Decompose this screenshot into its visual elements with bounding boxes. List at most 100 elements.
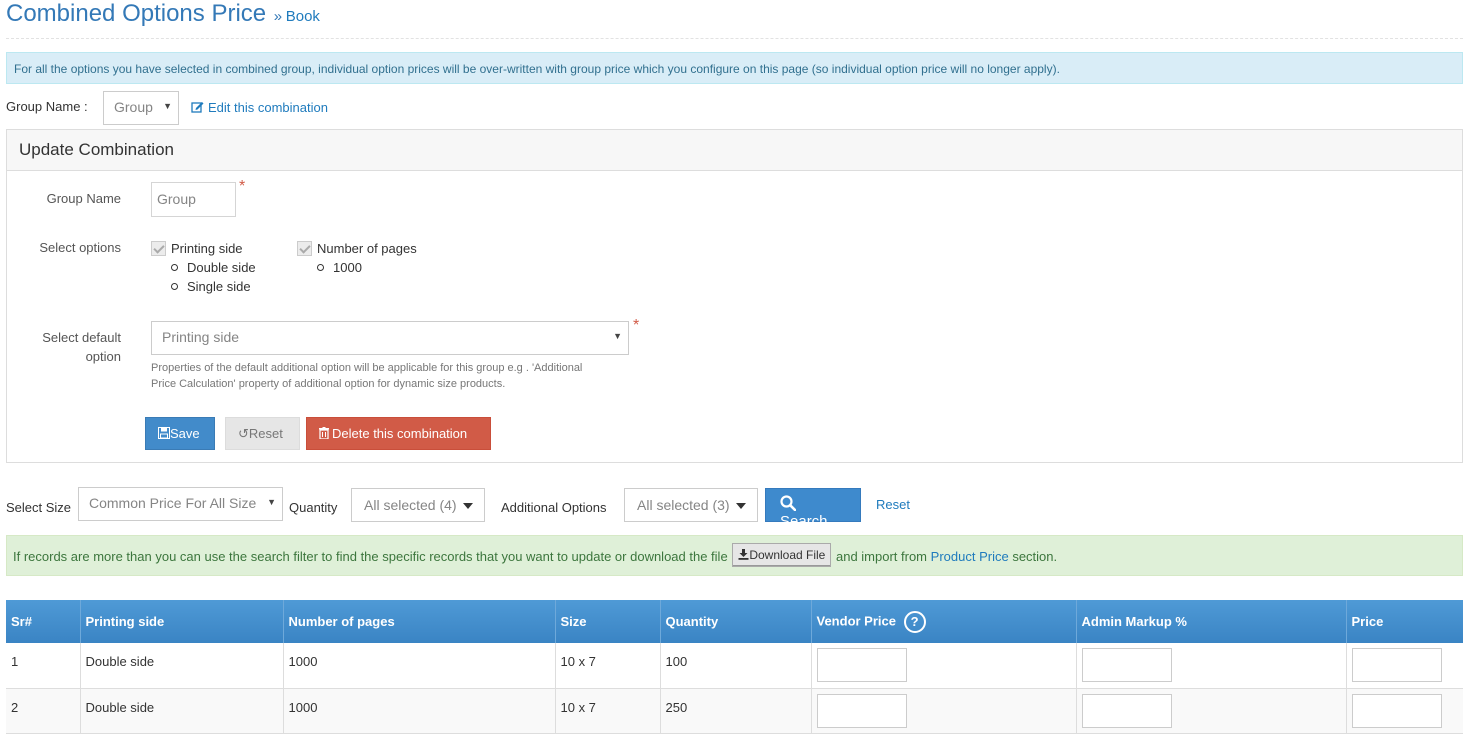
breadcrumb-product[interactable]: Book <box>286 8 320 25</box>
column-header-price: Price <box>1346 600 1463 643</box>
admin-markup-input[interactable] <box>1081 648 1172 682</box>
reset-label: Reset <box>248 426 283 441</box>
caret-down-icon: ▼ <box>613 331 622 341</box>
save-button[interactable]: Save <box>145 417 215 450</box>
number-of-pages-option-label: Number of pages <box>317 241 417 256</box>
price-input[interactable] <box>1351 648 1442 682</box>
column-header-sr: Sr# <box>6 600 81 643</box>
additional-options-label: Additional Options <box>501 500 607 515</box>
caret-down-icon <box>735 503 746 510</box>
group-name-input-value: Group <box>157 191 196 207</box>
download-file-label: Download File <box>749 548 826 562</box>
page-title: Combined Options Price » Book <box>6 0 320 32</box>
delete-combination-button[interactable]: Delete this combination <box>306 417 491 450</box>
default-option-label-line1: Select default <box>42 330 121 345</box>
breadcrumb-separator: » <box>273 8 283 25</box>
cell-sr: 2 <box>6 688 81 734</box>
group-select[interactable]: Group ▼ <box>103 91 179 125</box>
product-price-link[interactable]: Product Price <box>931 549 1009 564</box>
cell-quantity: 100 <box>660 643 812 689</box>
trash-icon <box>319 427 329 440</box>
cell-size: 10 x 7 <box>555 643 661 689</box>
table-header-row: Sr# Printing side Number of pages Size Q… <box>6 600 1463 643</box>
reset-button[interactable]: ↺Reset <box>225 417 300 450</box>
title-divider <box>6 38 1463 39</box>
size-select[interactable]: Common Price For All Size ▼ <box>78 487 283 521</box>
cell-vendor-price <box>811 643 1077 689</box>
edit-combination-label: Edit this combination <box>208 100 328 115</box>
edit-icon <box>191 102 204 113</box>
cell-quantity: 250 <box>660 688 812 734</box>
undo-icon: ↺ <box>238 426 249 441</box>
cell-admin-markup <box>1076 643 1347 689</box>
select-options-label: Select options <box>39 240 121 255</box>
option-value-item: 1000 <box>317 260 362 275</box>
reset-filters-link[interactable]: Reset <box>876 497 910 512</box>
default-option-value: Printing side <box>162 329 240 345</box>
column-header-size: Size <box>555 600 661 643</box>
hint-text-middle: and import from <box>835 548 928 564</box>
caret-down-icon: ▼ <box>267 497 276 507</box>
delete-label: Delete this combination <box>332 426 468 441</box>
size-select-value: Common Price For All Size <box>89 495 257 511</box>
info-alert: For all the options you have selected in… <box>6 52 1463 84</box>
download-icon <box>738 549 749 560</box>
panel-title: Update Combination <box>7 130 1462 171</box>
price-table: Sr# Printing side Number of pages Size Q… <box>6 600 1463 734</box>
hint-text-before: If records are more than you can use the… <box>13 548 728 564</box>
cell-admin-markup <box>1076 688 1347 734</box>
page-title-text: Combined Options Price <box>6 0 267 27</box>
quantity-label: Quantity <box>289 500 338 515</box>
cell-printing-side: Double side <box>80 688 284 734</box>
group-select-value: Group <box>114 99 153 115</box>
default-option-help: Properties of the default additional opt… <box>151 360 631 392</box>
save-label: Save <box>170 426 200 441</box>
help-icon[interactable]: ? <box>903 610 926 633</box>
search-button[interactable]: Search <box>765 488 861 530</box>
table-row: 2 Double side 1000 10 x 7 250 <box>6 688 1463 734</box>
cell-price <box>1346 688 1463 734</box>
number-of-pages-checkbox[interactable] <box>297 241 312 256</box>
group-select-row: Group Name : Group ▼ Edit this combinati… <box>6 91 606 125</box>
printing-side-option-label: Printing side <box>171 241 243 256</box>
vendor-price-label: Vendor Price <box>816 612 896 628</box>
vendor-price-input[interactable] <box>816 693 907 728</box>
cell-printing-side: Double side <box>80 643 284 689</box>
select-size-label: Select Size <box>6 500 72 515</box>
column-header-number-of-pages: Number of pages <box>283 600 556 643</box>
cell-size: 10 x 7 <box>555 688 661 734</box>
required-marker: * <box>633 317 640 334</box>
printing-side-checkbox[interactable] <box>151 241 166 256</box>
cell-price <box>1346 643 1463 689</box>
quantity-value: All selected (4) <box>364 497 457 513</box>
search-label: Search <box>780 513 828 530</box>
hint-text-after: section. <box>1012 548 1058 564</box>
cell-sr: 1 <box>6 643 81 689</box>
quantity-multiselect[interactable]: All selected (4) <box>351 488 485 522</box>
additional-options-multiselect[interactable]: All selected (3) <box>624 488 758 522</box>
column-header-admin-markup: Admin Markup % <box>1076 600 1347 643</box>
search-icon <box>780 495 797 512</box>
group-name-field-label: Group Name <box>46 191 121 206</box>
column-header-printing-side: Printing side <box>80 600 284 643</box>
vendor-price-input[interactable] <box>816 648 907 682</box>
column-header-vendor-price: Vendor Price ? <box>811 600 1077 643</box>
price-input[interactable] <box>1351 693 1442 728</box>
update-combination-panel: Update Combination Group Name Group * Se… <box>6 129 1463 463</box>
group-name-input[interactable]: Group <box>151 182 236 217</box>
download-hint-alert: If records are more than you can use the… <box>6 535 1463 576</box>
caret-down-icon: ▼ <box>163 101 172 111</box>
default-option-label-line2: option <box>85 349 121 364</box>
admin-markup-input[interactable] <box>1081 693 1172 728</box>
cell-pages: 1000 <box>283 643 556 689</box>
required-marker: * <box>239 178 246 195</box>
help-line-1: Properties of the default additional opt… <box>151 362 583 374</box>
download-file-button[interactable]: Download File <box>732 543 832 567</box>
column-header-quantity: Quantity <box>660 600 812 643</box>
help-line-2: Price Calculation' property of additiona… <box>151 378 506 390</box>
group-name-label: Group Name : <box>6 99 88 114</box>
additional-options-value: All selected (3) <box>637 497 730 513</box>
default-option-select[interactable]: Printing side ▼ <box>151 321 629 355</box>
table-row: 1 Double side 1000 10 x 7 100 <box>6 643 1463 689</box>
edit-combination-link[interactable]: Edit this combination <box>191 100 328 115</box>
